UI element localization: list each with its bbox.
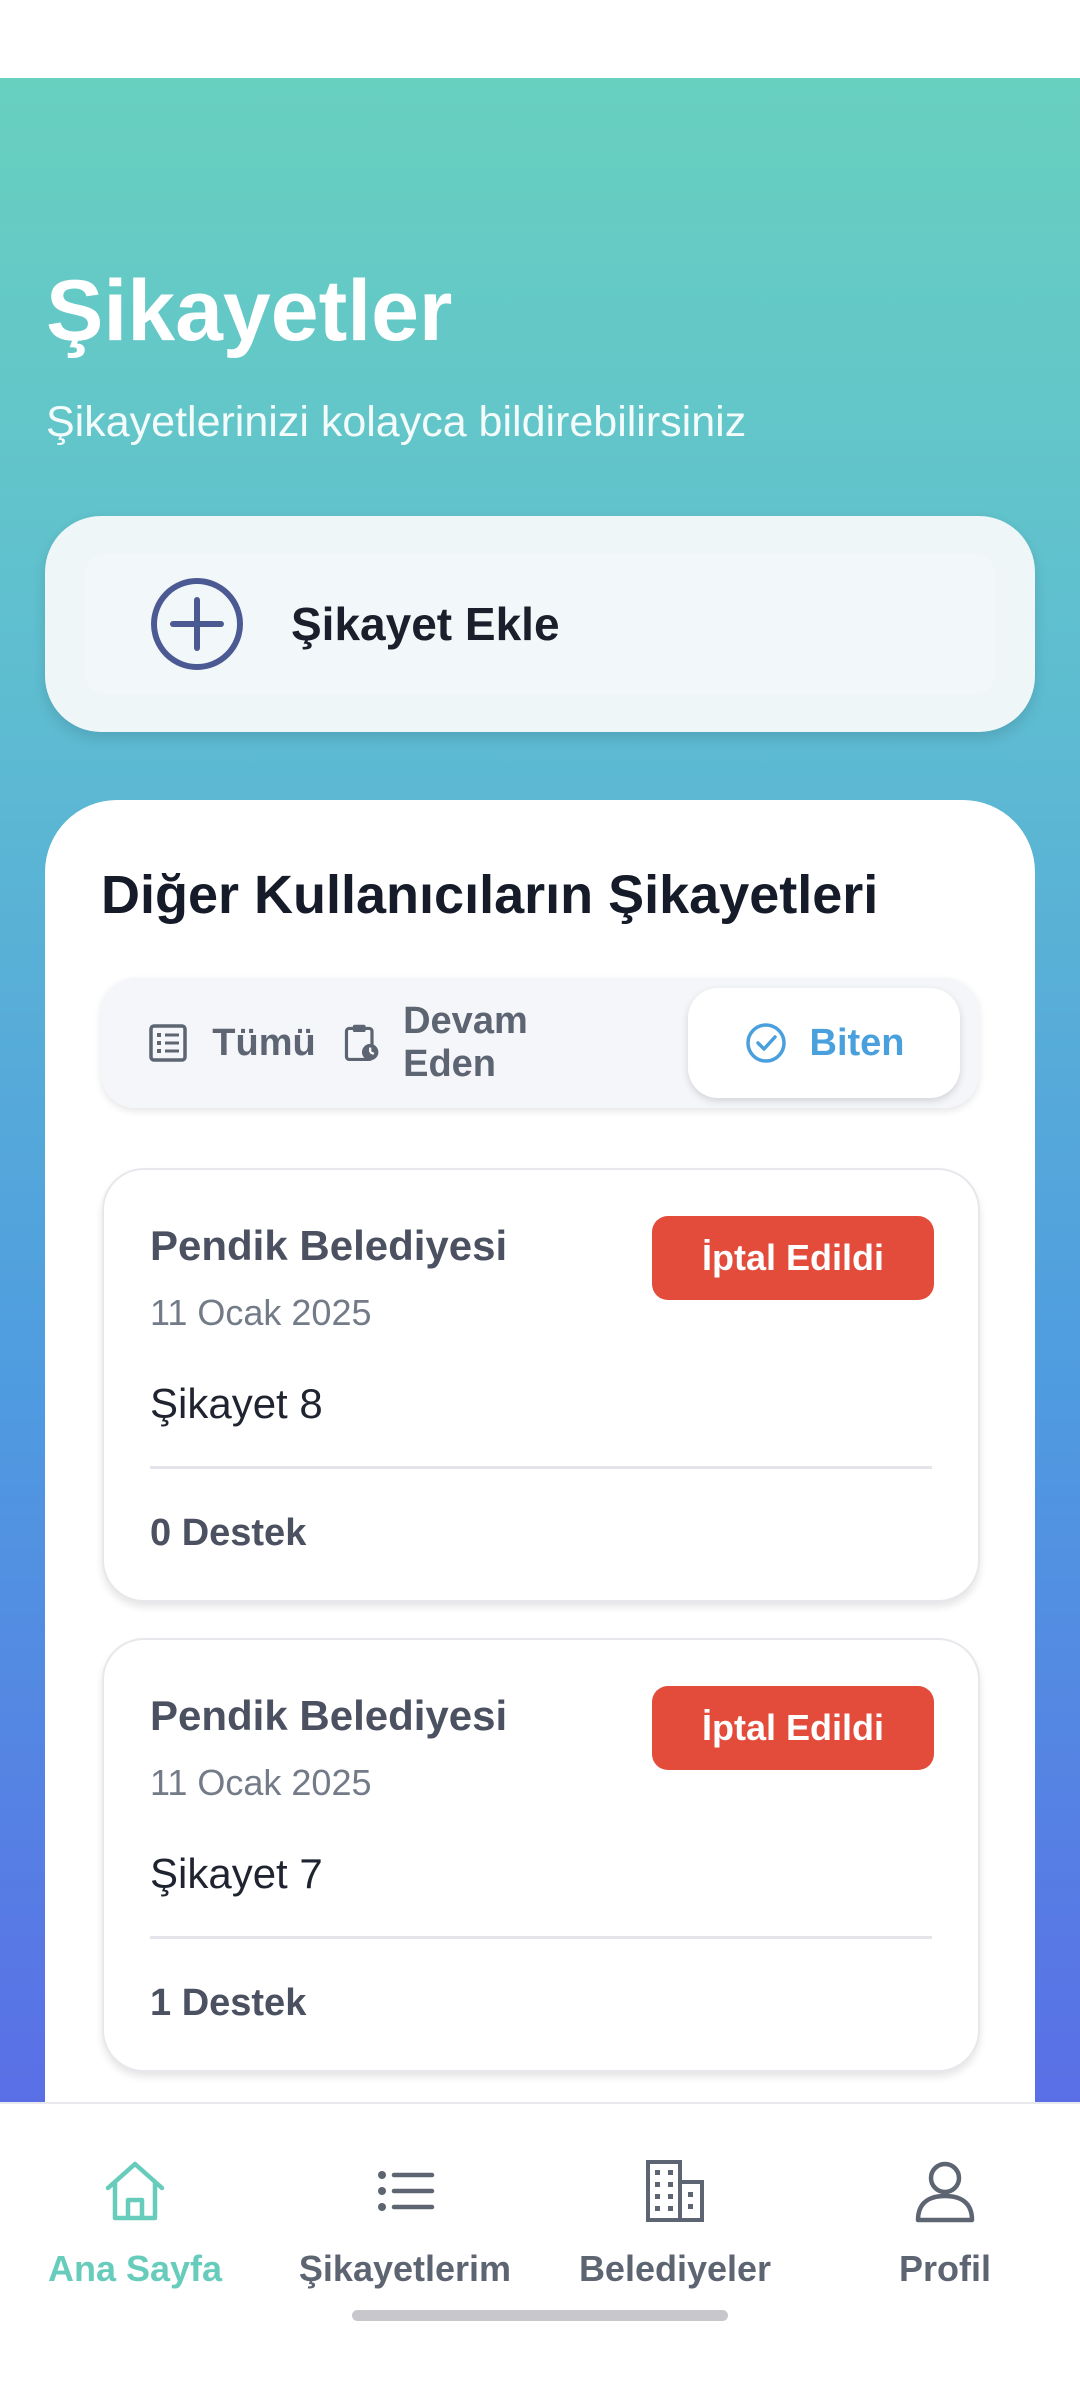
building-icon	[646, 2160, 704, 2222]
status-bar	[0, 0, 1080, 78]
municipality-name: Pendik Belediyesi	[150, 1222, 508, 1269]
tab-ongoing-label: Devam Eden	[403, 1000, 528, 1085]
add-complaint-card[interactable]: Şikayet Ekle	[45, 516, 1035, 732]
divider	[150, 1466, 932, 1469]
municipality-name: Pendik Belediyesi	[150, 1692, 508, 1739]
list-icon	[149, 1024, 188, 1062]
clipboard-clock-icon	[344, 1024, 379, 1062]
page-title: Şikayetler	[46, 263, 453, 359]
tab-done-label: Biten	[809, 1021, 905, 1064]
nav-label-home: Ana Sayfa	[47, 2248, 223, 2289]
add-complaint-label: Şikayet Ekle	[291, 598, 560, 650]
plus-circle-icon	[151, 578, 243, 670]
status-badge: İptal Edildi	[652, 1216, 934, 1300]
tab-ongoing[interactable]: Devam Eden	[341, 978, 611, 1108]
tab-all-label: Tümü	[212, 1021, 316, 1064]
nav-item-my-complaints[interactable]: Şikayetlerim	[270, 2154, 540, 2294]
section-title: Diğer Kullanıcıların Şikayetleri	[101, 865, 879, 925]
status-badge: İptal Edildi	[652, 1686, 934, 1770]
complaint-card[interactable]: Pendik Belediyesi 11 Ocak 2025 İptal Edi…	[102, 1168, 980, 1602]
nav-item-profile[interactable]: Profil	[810, 2154, 1080, 2294]
nav-label-my-complaints: Şikayetlerim	[298, 2248, 512, 2289]
home-icon	[105, 2161, 165, 2221]
nav-label-profile: Profil	[898, 2248, 991, 2289]
nav-item-municipalities[interactable]: Belediyeler	[540, 2154, 810, 2294]
support-count: 1 Destek	[150, 1982, 307, 2024]
complaint-title: Şikayet 7	[150, 1850, 323, 1897]
nav-label-municipalities: Belediyeler	[578, 2248, 772, 2289]
list-icon	[378, 2171, 435, 2211]
complaint-date: 11 Ocak 2025	[150, 1292, 372, 1333]
complaint-title: Şikayet 8	[150, 1380, 323, 1427]
complaint-card[interactable]: Pendik Belediyesi 11 Ocak 2025 İptal Edi…	[102, 1638, 980, 2072]
add-complaint-button[interactable]: Şikayet Ekle	[85, 554, 995, 694]
user-icon	[915, 2161, 975, 2223]
divider	[150, 1936, 932, 1939]
home-indicator[interactable]	[352, 2310, 728, 2321]
support-count: 0 Destek	[150, 1512, 307, 1554]
page-subtitle: Şikayetlerinizi kolayca bildirebilirsini…	[46, 398, 747, 446]
tab-done[interactable]: Biten	[688, 988, 960, 1098]
check-circle-icon	[745, 1023, 786, 1063]
complaint-date: 11 Ocak 2025	[150, 1762, 372, 1803]
tab-all[interactable]: Tümü	[121, 978, 341, 1108]
filter-tabs: Tümü Devam Eden Biten	[101, 978, 979, 1108]
nav-item-home[interactable]: Ana Sayfa	[0, 2154, 270, 2294]
bottom-navigation: Ana Sayfa Şikayetlerim Belediyeler Profi…	[0, 2102, 1080, 2342]
